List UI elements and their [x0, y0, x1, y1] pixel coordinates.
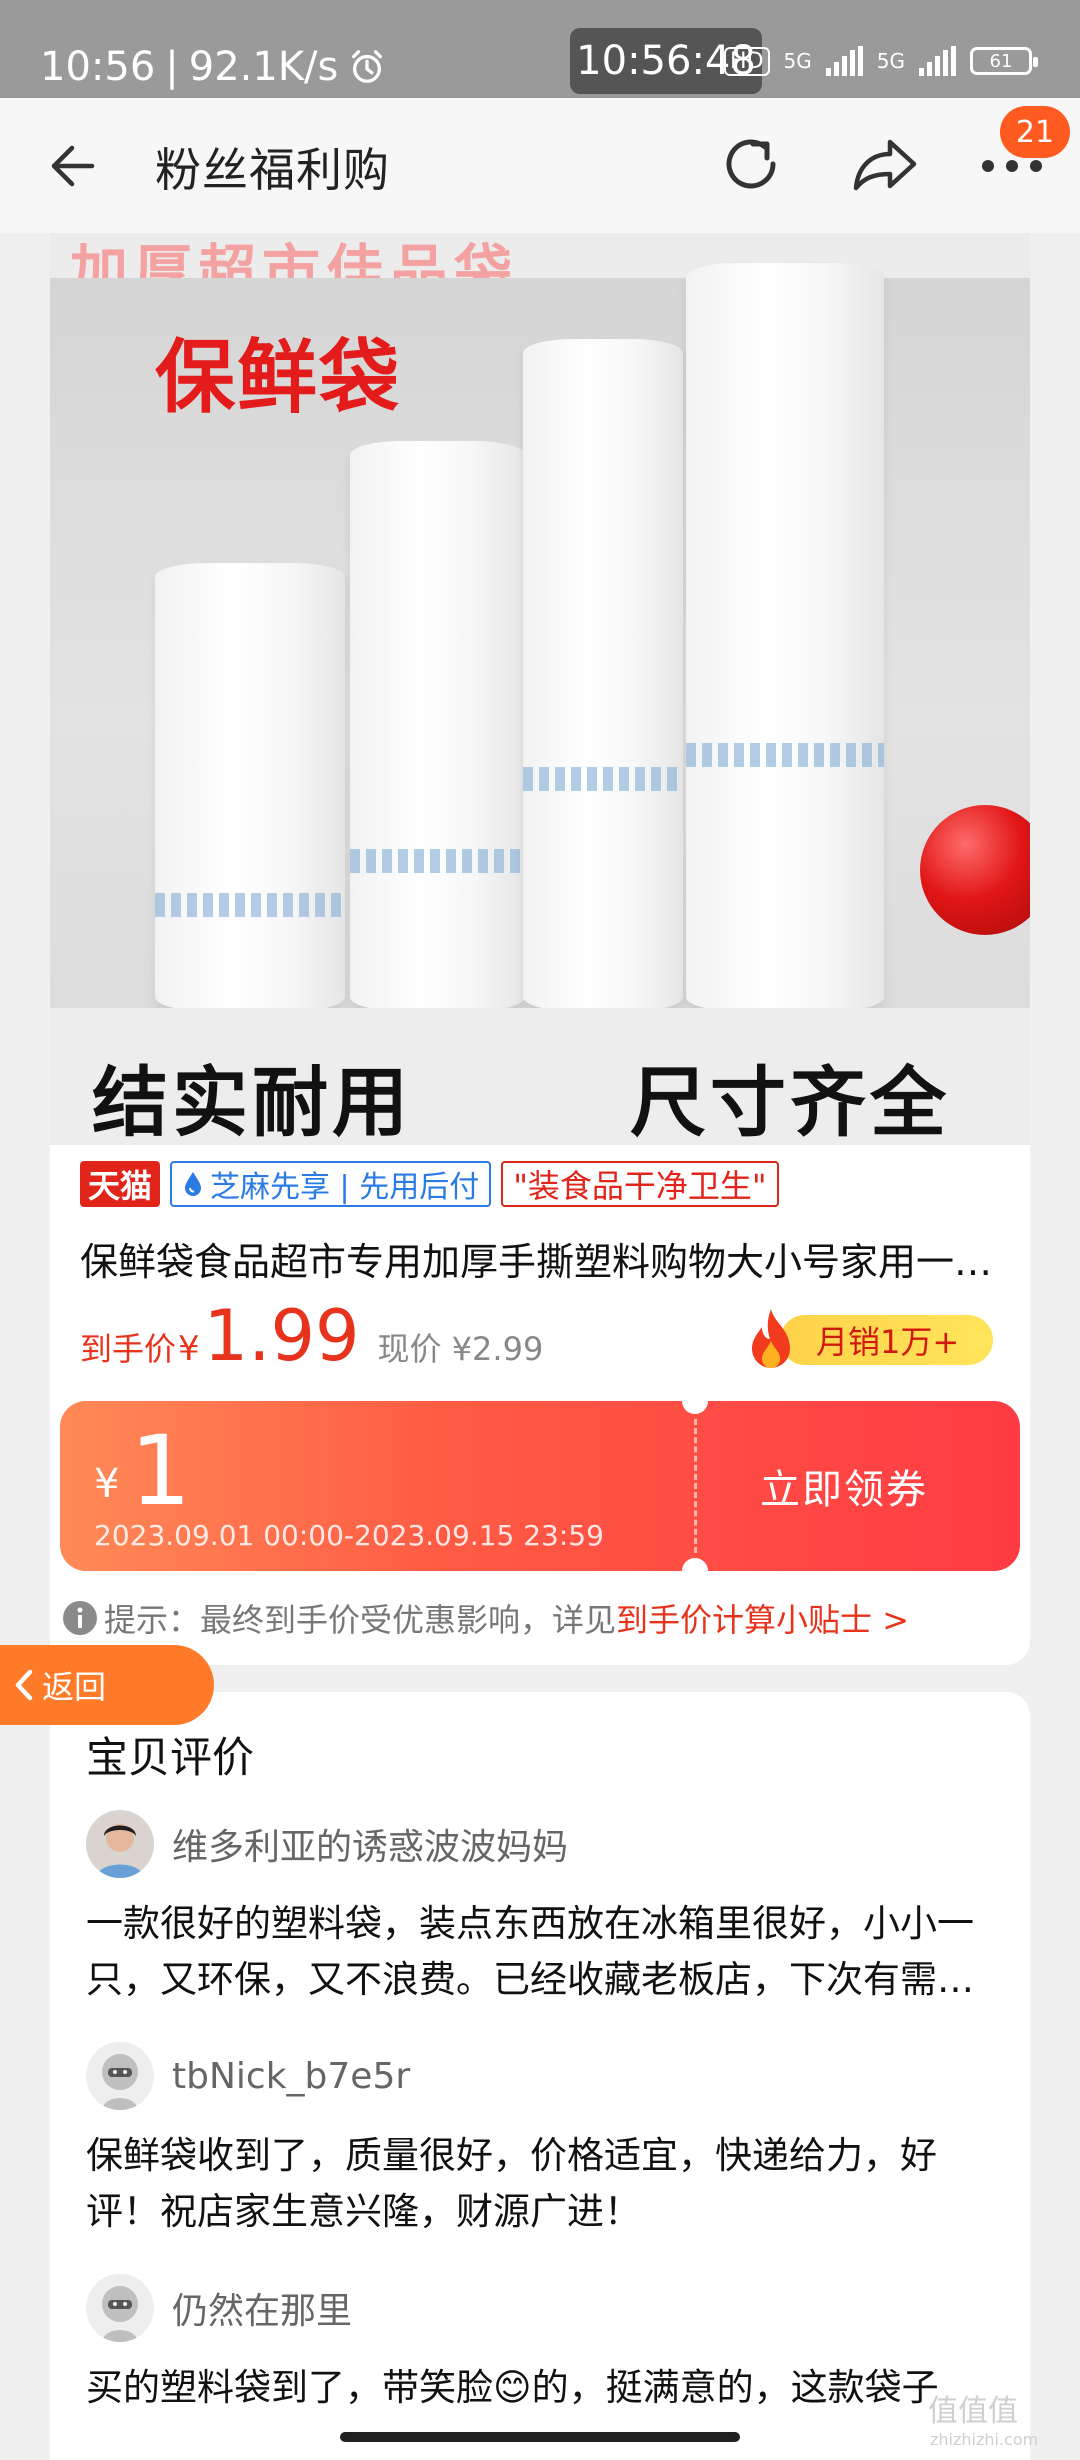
price-row: 到手价 ¥ 1.99 现价 ¥2.99	[80, 1295, 544, 1377]
refresh-icon[interactable]	[715, 128, 787, 200]
coupon-notch	[682, 1558, 708, 1571]
sim1-label: 5G	[783, 49, 812, 73]
coupon-period: 2023.09.01 00:00-2023.09.15 23:59	[94, 1519, 604, 1552]
signal-icon	[825, 46, 863, 76]
bag-roll-3	[523, 339, 683, 1011]
status-right: HD 5G 5G 61	[724, 46, 1038, 76]
price-label: 到手价	[80, 1330, 177, 1368]
bag-roll-1	[155, 563, 345, 1011]
price-value: 1.99	[203, 1295, 360, 1377]
coupon-amount: 1	[130, 1415, 192, 1527]
original-price: 现价 ¥2.99	[377, 1330, 544, 1368]
watermark: 值值值	[928, 2394, 1018, 2429]
status-left: 10:56 | 92.1K/s	[40, 44, 386, 90]
info-icon	[63, 1601, 97, 1635]
status-bar: 10:56 | 92.1K/s 10:56:48 HD 5G 5G 61	[0, 0, 1080, 98]
price-currency: ¥	[178, 1329, 200, 1369]
image-headline: 保鲜袋	[155, 331, 401, 424]
monthly-sales-label: 月销1万+	[780, 1315, 994, 1365]
battery-icon: 61	[970, 47, 1038, 75]
notification-badge[interactable]: 21	[1000, 106, 1070, 158]
image-slogan-right: 尺寸齐全	[630, 1058, 950, 1145]
review-username: 维多利亚的诱惑波波妈妈	[172, 1827, 569, 1868]
avatar	[86, 1810, 154, 1878]
review-text: 一款很好的塑料袋，装点东西放在冰箱里很好，小小一只，又环保，又不浪费。已经收藏老…	[86, 1902, 974, 2001]
page-title: 粉丝福利购	[155, 143, 390, 197]
review-username: tbNick_b7e5r	[172, 2055, 411, 2097]
bag-roll-2	[350, 441, 525, 1011]
status-time: 10:56	[40, 44, 156, 90]
back-arrow-icon[interactable]	[44, 136, 104, 196]
coupon-divider	[694, 1419, 697, 1553]
signal-icon-2	[919, 46, 956, 76]
coupon-notch	[682, 1401, 708, 1414]
tip-text: 提示：最终到手价受优惠影响，详见	[104, 1601, 617, 1639]
reviews-title[interactable]: 宝贝评价	[86, 1724, 254, 1785]
watermark-url: zhizhizhi.com	[930, 2430, 1039, 2449]
coupon-currency: ¥	[94, 1461, 120, 1507]
review-item[interactable]: 维多利亚的诱惑波波妈妈 一款很好的塑料袋，装点东西放在冰箱里很好，小小一只，又环…	[86, 1810, 1006, 2008]
review-text: 买的塑料袋到了，带笑脸😊的，挺满意的，这款袋子	[86, 2366, 939, 2409]
product-image[interactable]: 加厚超市佳品袋 保鲜袋 结实耐用 尺寸齐全	[50, 233, 1030, 1145]
nav-bar: 粉丝福利购 21	[0, 98, 1080, 233]
sim2-label: 5G	[876, 49, 905, 73]
water-drop-icon	[185, 1172, 202, 1196]
share-icon[interactable]	[848, 130, 920, 198]
product-card: 加厚超市佳品袋 保鲜袋 结实耐用 尺寸齐全 天猫 芝麻先享 | 先用后付 "装食	[50, 233, 1030, 1665]
review-header: 维多利亚的诱惑波波妈妈	[86, 1810, 1006, 1878]
claim-coupon-button[interactable]: 立即领券	[760, 1457, 928, 1515]
product-title[interactable]: 保鲜袋食品超市专用加厚手撕塑料购物大小号家用一次性背心袋	[80, 1231, 1020, 1286]
floating-back-button[interactable]: 返回	[0, 1645, 214, 1725]
zhima-tag: 芝麻先享 | 先用后付	[170, 1161, 492, 1207]
coupon-banner[interactable]: ¥ 1 2023.09.01 00:00-2023.09.15 23:59 立即…	[60, 1401, 1020, 1571]
network-speed: 92.1K/s	[188, 44, 339, 90]
price-tips-link[interactable]: 到手价计算小贴士 >	[616, 1595, 909, 1641]
flame-icon	[752, 1309, 790, 1368]
product-tags: 天猫 芝麻先享 | 先用后付 "装食品干净卫生"	[80, 1161, 779, 1207]
bag-roll-4	[686, 263, 884, 1011]
hd-icon: HD	[724, 46, 770, 76]
default-avatar-icon	[86, 2274, 154, 2342]
price-tip: 提示：最终到手价受优惠影响，详见 到手价计算小贴士 >	[62, 1595, 909, 1641]
review-username: 仍然在那里	[172, 2291, 353, 2332]
review-item[interactable]: tbNick_b7e5r 保鲜袋收到了，质量很好，价格适宜，快递给力，好评！祝店…	[86, 2042, 1006, 2240]
default-avatar-icon	[86, 2042, 154, 2110]
image-slogan-left: 结实耐用	[92, 1058, 412, 1145]
floating-back-label: 返回	[42, 1668, 107, 1706]
review-text: 保鲜袋收到了，质量很好，价格适宜，快递给力，好评！祝店家生意兴隆，财源广进！	[86, 2134, 937, 2233]
tmall-tag: 天猫	[80, 1161, 161, 1207]
monthly-sales-badge: 月销1万+	[740, 1305, 994, 1375]
quote-tag: "装食品干净卫生"	[501, 1161, 779, 1207]
status-divider: |	[165, 44, 179, 90]
review-header: tbNick_b7e5r	[86, 2042, 1006, 2110]
review-item[interactable]: 仍然在那里 买的塑料袋到了，带笑脸😊的，挺满意的，这款袋子	[86, 2274, 1006, 2416]
alarm-icon	[352, 50, 383, 83]
review-header: 仍然在那里	[86, 2274, 1006, 2342]
zhima-label: 芝麻先享 | 先用后付	[210, 1170, 480, 1205]
home-indicator[interactable]	[340, 2432, 740, 2442]
reviews-card: 宝贝评价 维多利亚的诱惑波波妈妈 一款很好的塑料袋，装点东西放在冰箱里很好，小小…	[50, 1692, 1030, 2460]
battery-level: 61	[989, 50, 1013, 72]
chevron-left-icon	[15, 1669, 33, 1701]
